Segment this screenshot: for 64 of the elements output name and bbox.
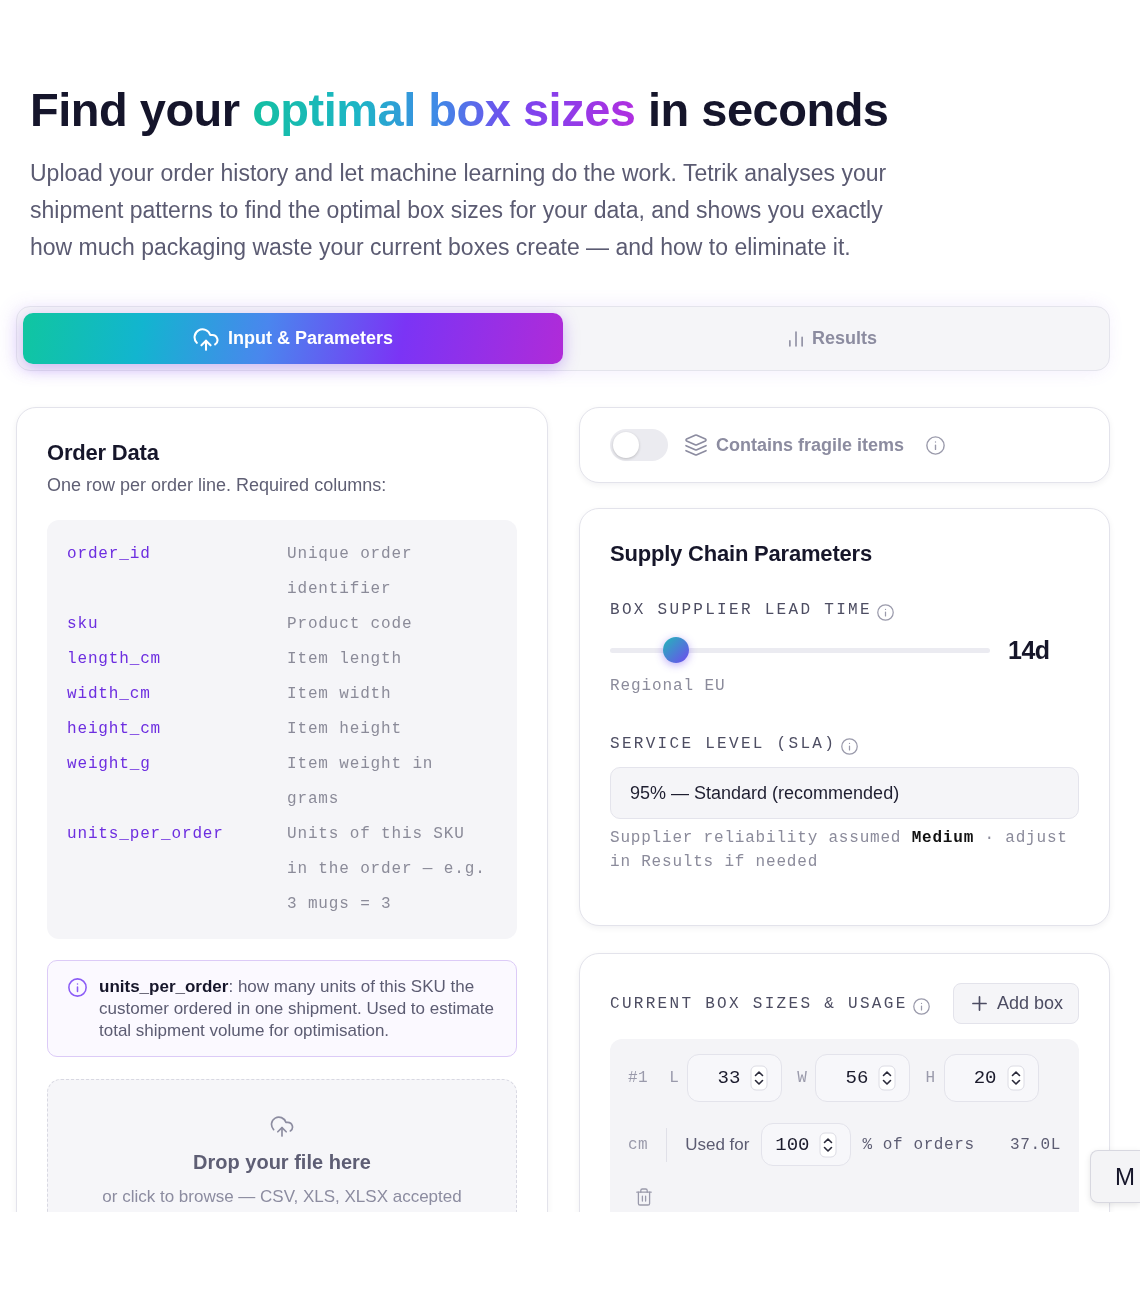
card-title: Supply Chain Parameters [610, 540, 873, 568]
slider-caption: Regional EU [610, 676, 727, 697]
intro-text: Upload your order history and let machine learning do the work. Tetrik analyses your shipment patterns to find the optimal box sizes for your data, and shows you exactly how much packaging waste your current boxes create — and how to eliminate it. [30, 159, 888, 262]
info-icon[interactable] [912, 998, 930, 1015]
drop-title: Drop your file here [193, 1150, 371, 1175]
column-description: Item length [287, 649, 402, 670]
section-label: CURRENT BOX SIZES & USAGE [610, 993, 908, 1014]
file-drop-zone[interactable]: Drop your file here or click to browse — CSV, XLS, XLSX accepted [47, 1079, 517, 1212]
spinner-icon[interactable] [819, 1131, 838, 1158]
column-description: Item height [287, 719, 402, 740]
helper-text: Supplier reliability assumed Medium · adjust in Results if needed [610, 828, 1069, 873]
card-title: Order Data [47, 439, 160, 467]
toggle-label: Contains fragile items [716, 434, 905, 456]
add-box-button[interactable]: Add box [952, 983, 1079, 1024]
info-icon[interactable] [841, 738, 859, 755]
number-field[interactable]: 100 [761, 1123, 852, 1166]
bar-chart-icon [789, 329, 803, 348]
field-label: SERVICE LEVEL (SLA) [610, 733, 837, 754]
column-description: Item weight in grams [287, 754, 435, 810]
column-description: Item width [287, 684, 392, 705]
card-subtitle: One row per order line. Required columns: [47, 474, 388, 497]
note-text: units_per_order: how many units of this SKU the customer ordered in one shipment. Used to estimate total shipment volume for optimisation. [99, 976, 495, 1042]
dimension-label: W [797, 1069, 808, 1087]
tab[interactable]: Input & Parameters [23, 313, 563, 364]
spinner-icon[interactable] [1006, 1065, 1025, 1091]
service-level-select[interactable]: 95% — Standard (recommended) [610, 767, 1079, 819]
slider-reading: 14d [1008, 635, 1051, 666]
column-name: sku [67, 614, 99, 635]
box-number: #1 [628, 1069, 649, 1087]
plus-icon [971, 996, 987, 1011]
number-field[interactable]: 20 [943, 1054, 1039, 1102]
cloud-upload-icon [270, 1115, 294, 1137]
layers-icon [685, 434, 707, 456]
column-description: Units of this SKU in the order — e.g. 3 mugs = 3 [287, 824, 487, 915]
cloud-upload-icon [192, 326, 219, 351]
unit-label: cm [628, 1135, 649, 1154]
spinner-icon[interactable] [878, 1065, 897, 1091]
column-name: units_per_order [67, 824, 224, 845]
column-name: order_id [67, 544, 151, 565]
page-title: Find your optimal box sizes in seconds [30, 82, 889, 138]
lead-time-slider[interactable] [610, 637, 990, 663]
slider-thumb[interactable] [663, 637, 690, 663]
number-field[interactable]: 56 [815, 1054, 911, 1102]
info-icon[interactable] [876, 604, 894, 621]
dimension-label: L [669, 1069, 680, 1087]
column-description: Unique order identifier [287, 544, 414, 600]
column-name: length_cm [67, 649, 162, 670]
toggle-switch[interactable] [610, 429, 668, 461]
info-icon [68, 978, 87, 997]
info-icon[interactable] [926, 435, 946, 455]
field-label: BOX SUPPLIER LEAD TIME [610, 599, 872, 620]
column-name: height_cm [67, 719, 162, 740]
trash-icon[interactable] [636, 1188, 652, 1206]
column-description: Product code [287, 614, 413, 635]
floating-button[interactable]: M [1090, 1150, 1140, 1203]
drop-hint: or click to browse — CSV, XLS, XLSX accepted [102, 1186, 462, 1208]
usage-suffix: % of orders [862, 1135, 975, 1154]
usage-label: Used for [685, 1134, 750, 1155]
column-name: weight_g [67, 754, 151, 775]
volume-value: 37.0L [1010, 1135, 1061, 1154]
spinner-icon[interactable] [750, 1065, 769, 1091]
number-field[interactable]: 33 [687, 1054, 783, 1102]
dimension-label: H [925, 1069, 936, 1087]
column-name: width_cm [67, 684, 151, 705]
